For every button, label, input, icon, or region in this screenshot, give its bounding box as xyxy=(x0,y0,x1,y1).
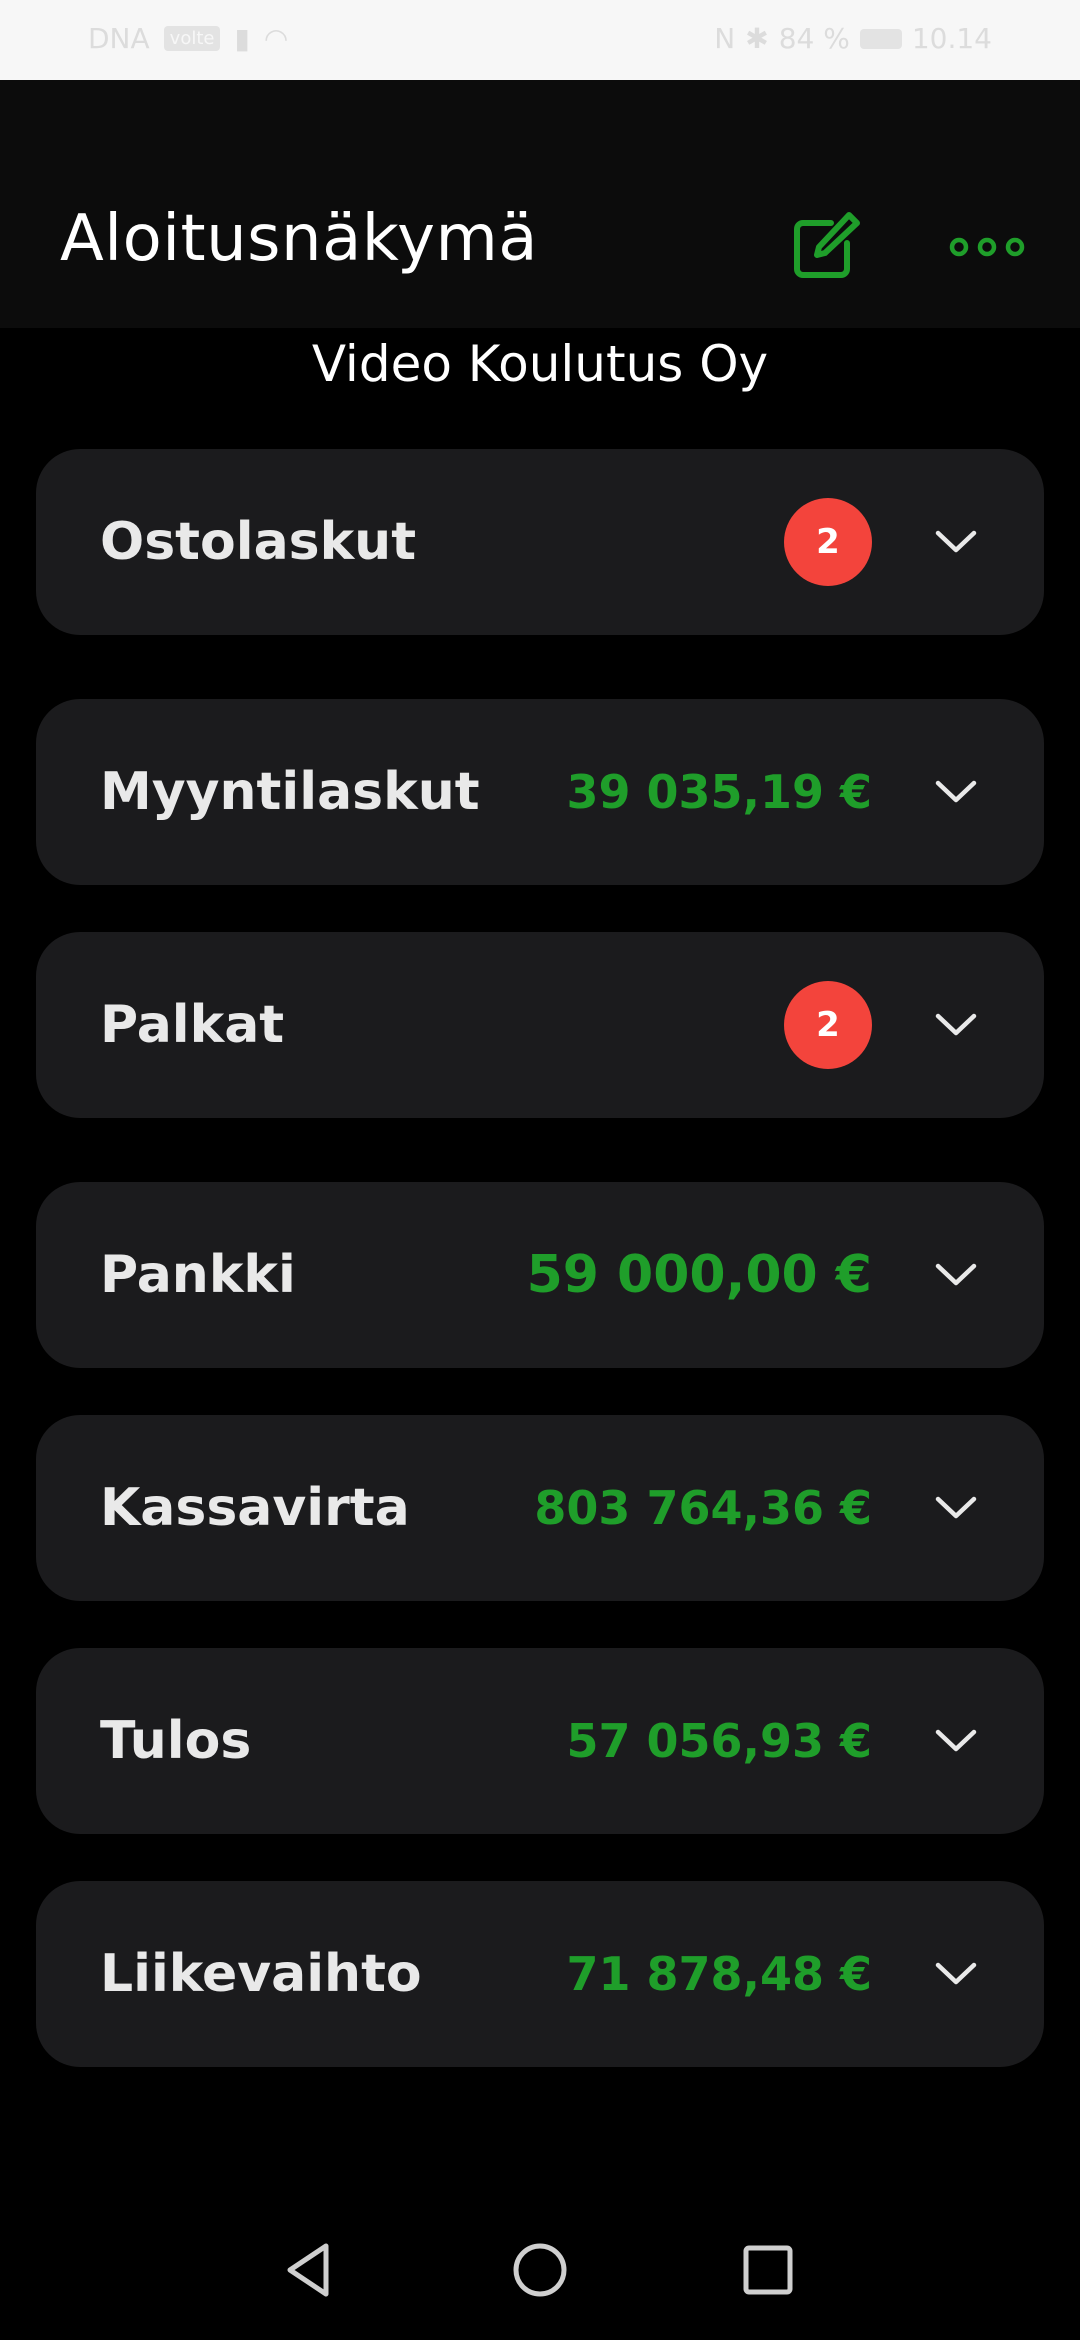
card-palkat[interactable]: Palkat 2 xyxy=(36,932,1044,1118)
card-amount: 57 056,93 € xyxy=(566,1714,872,1768)
app-header: Aloitusnäkymä xyxy=(0,80,1080,328)
carrier-label: DNA xyxy=(88,22,150,55)
notification-badge: 2 xyxy=(784,498,872,586)
card-kassavirta[interactable]: Kassavirta 803 764,36 € xyxy=(36,1415,1044,1601)
card-ostolaskut[interactable]: Ostolaskut 2 xyxy=(36,449,1044,635)
nav-recent-button[interactable] xyxy=(720,2222,816,2318)
card-myyntilaskut[interactable]: Myyntilaskut 39 035,19 € xyxy=(36,699,1044,885)
status-left: DNA volte ▮ ◠ xyxy=(88,22,288,55)
bluetooth-icon: ✱ xyxy=(745,22,769,55)
app-screen: DNA volte ▮ ◠ N ✱ 84 % 10.14 Aloitusnäky… xyxy=(0,0,1080,2340)
card-label: Palkat xyxy=(100,995,285,1055)
card-amount: 39 035,19 € xyxy=(566,765,872,819)
triangle-back-icon xyxy=(287,2243,329,2297)
notification-badge: 2 xyxy=(784,981,872,1069)
card-label: Pankki xyxy=(100,1245,296,1305)
nav-back-button[interactable] xyxy=(260,2222,356,2318)
page-title: Aloitusnäkymä xyxy=(60,202,538,276)
card-pankki[interactable]: Pankki 59 000,00 € xyxy=(36,1182,1044,1368)
signal-icon: ▮ xyxy=(234,22,250,55)
nav-home-button[interactable] xyxy=(492,2222,588,2318)
card-amount: 803 764,36 € xyxy=(534,1481,872,1535)
clock: 10.14 xyxy=(911,22,992,55)
edit-button[interactable] xyxy=(780,202,870,292)
status-bar: DNA volte ▮ ◠ N ✱ 84 % 10.14 xyxy=(0,0,1080,80)
card-label: Ostolaskut xyxy=(100,512,417,572)
card-label: Tulos xyxy=(100,1711,252,1771)
chevron-down-icon[interactable] xyxy=(928,1713,984,1769)
chevron-down-icon[interactable] xyxy=(928,514,984,570)
chevron-down-icon[interactable] xyxy=(928,1946,984,2002)
card-amount: 59 000,00 € xyxy=(526,1245,872,1305)
card-label: Liikevaihto xyxy=(100,1944,422,2004)
edit-note-icon xyxy=(794,212,860,278)
card-liikevaihto[interactable]: Liikevaihto 71 878,48 € xyxy=(36,1881,1044,2067)
card-amount: 71 878,48 € xyxy=(566,1947,872,2001)
card-tulos[interactable]: Tulos 57 056,93 € xyxy=(36,1648,1044,1834)
nfc-icon: N xyxy=(714,22,736,55)
company-name: Video Koulutus Oy xyxy=(311,335,769,393)
chevron-down-icon[interactable] xyxy=(928,764,984,820)
card-label: Kassavirta xyxy=(100,1478,410,1538)
chevron-down-icon[interactable] xyxy=(928,997,984,1053)
network-badge: volte xyxy=(163,26,221,51)
battery-icon xyxy=(859,28,902,49)
chevron-down-icon[interactable] xyxy=(928,1480,984,1536)
wifi-icon: ◠ xyxy=(263,22,289,55)
circle-home-icon xyxy=(513,2243,567,2297)
chevron-down-icon[interactable] xyxy=(928,1247,984,1303)
more-horizontal-icon xyxy=(949,237,1025,257)
card-label: Myyntilaskut xyxy=(100,762,480,822)
more-button[interactable] xyxy=(942,202,1032,292)
system-nav-bar xyxy=(0,2200,1080,2340)
battery-percent: 84 % xyxy=(778,22,850,55)
square-recent-icon xyxy=(743,2245,793,2295)
status-right: N ✱ 84 % 10.14 xyxy=(714,22,992,55)
